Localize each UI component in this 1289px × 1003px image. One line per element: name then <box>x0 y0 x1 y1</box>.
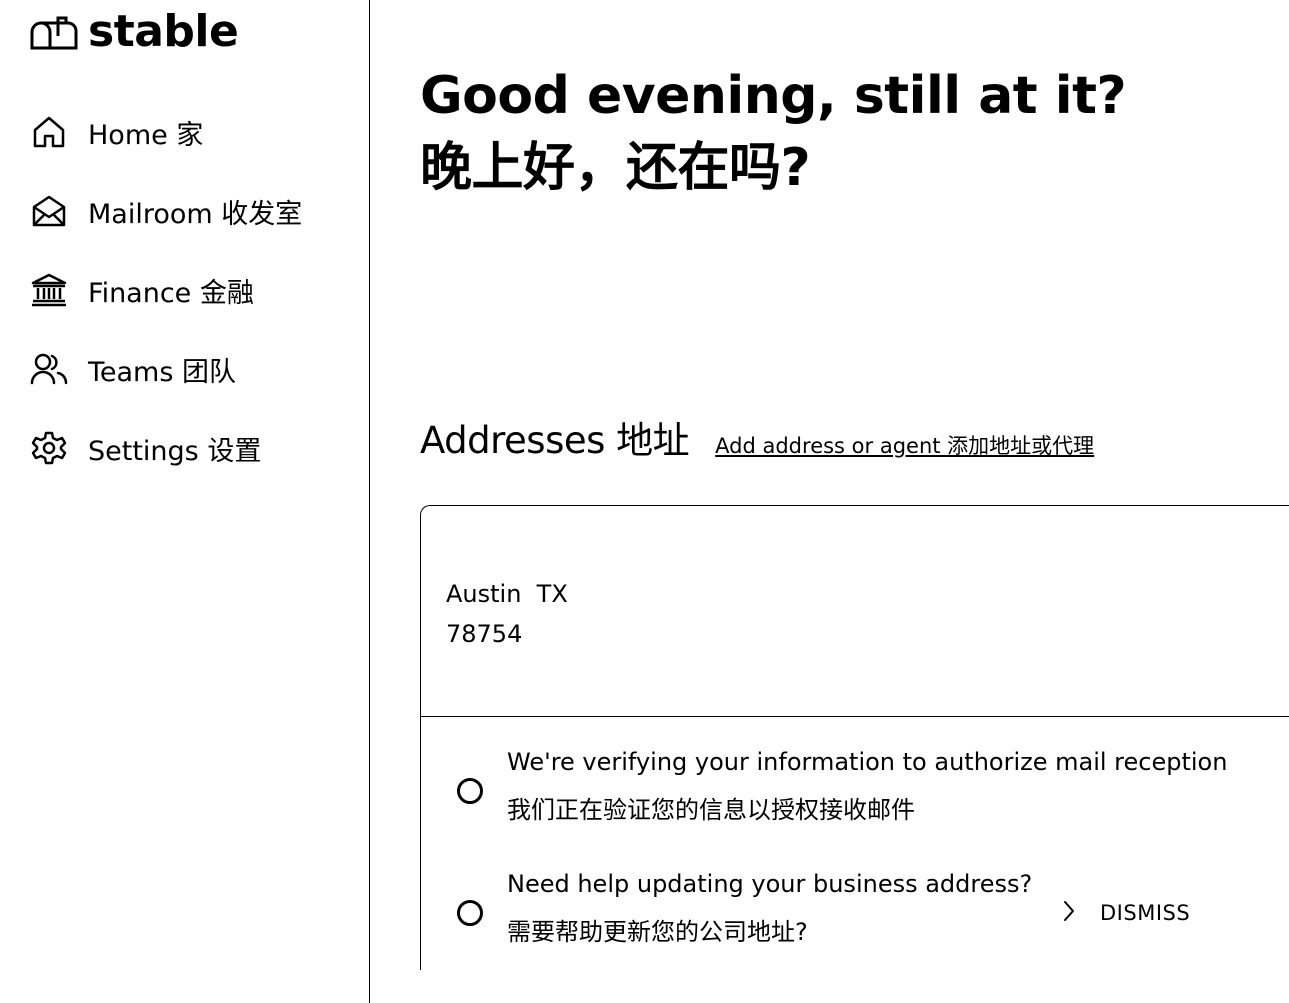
empty-circle-icon <box>457 778 483 804</box>
sidebar-item-label: Settings 设置 <box>88 435 262 467</box>
gear-icon <box>30 429 68 467</box>
greeting-line-english: Good evening, still at it? <box>420 66 1127 126</box>
addresses-header: Addresses 地址 Add address or agent 添加地址或代… <box>420 410 1094 464</box>
task-text[interactable]: Need help updating your business address… <box>507 860 1032 956</box>
sidebar-item-label: Home 家 <box>88 119 204 151</box>
card-divider <box>421 716 1289 717</box>
task-subtitle: 需要帮助更新您的公司地址? <box>507 918 808 946</box>
address-city-state: Austin TX <box>446 580 568 608</box>
greeting-heading: Good evening, still at it? 晚上好，还在吗? <box>420 60 1127 204</box>
people-icon <box>30 350 68 388</box>
dismiss-button[interactable]: DISMISS <box>1062 900 1190 926</box>
sidebar-nav: Home 家 Mailroom 收发室 Finance 金融 Teams 团队 … <box>30 112 302 507</box>
bank-icon <box>30 271 68 309</box>
task-title: We're verifying your information to auth… <box>507 748 1228 776</box>
envelope-open-icon <box>30 192 68 230</box>
sidebar-item-label: Mailroom 收发室 <box>88 198 303 230</box>
sidebar: stable Home 家 Mailroom 收发室 Finance 金融 Te… <box>0 0 370 1003</box>
sidebar-item-settings[interactable]: Settings 设置 <box>30 428 302 468</box>
add-address-link[interactable]: Add address or agent 添加地址或代理 <box>715 430 1094 460</box>
sidebar-item-finance[interactable]: Finance 金融 <box>30 270 302 310</box>
brand-logo[interactable]: stable <box>30 6 239 57</box>
task-subtitle: 我们正在验证您的信息以授权接收邮件 <box>507 796 915 824</box>
sidebar-item-teams[interactable]: Teams 团队 <box>30 349 302 389</box>
mailbox-icon <box>30 14 78 50</box>
task-title: Need help updating your business address… <box>507 870 1033 898</box>
task-text: We're verifying your information to auth… <box>507 738 1227 834</box>
address-card: Austin TX 78754 We're verifying your inf… <box>420 505 1289 970</box>
sidebar-item-mailroom[interactable]: Mailroom 收发室 <box>30 191 302 231</box>
home-icon <box>30 113 68 151</box>
sidebar-item-label: Teams 团队 <box>88 356 237 388</box>
sidebar-item-label: Finance 金融 <box>88 277 254 309</box>
greeting-line-chinese: 晚上好，还在吗? <box>420 138 811 198</box>
address-block: Austin TX 78754 <box>446 574 568 654</box>
addresses-title: Addresses 地址 <box>420 419 690 462</box>
empty-circle-icon[interactable] <box>457 900 483 926</box>
chevron-right-icon <box>1062 900 1076 926</box>
sidebar-item-home[interactable]: Home 家 <box>30 112 302 152</box>
dismiss-label: DISMISS <box>1100 901 1191 925</box>
app-root: stable Home 家 Mailroom 收发室 Finance 金融 Te… <box>0 0 1289 1003</box>
brand-name: stable <box>88 6 239 57</box>
address-zip: 78754 <box>446 620 523 648</box>
